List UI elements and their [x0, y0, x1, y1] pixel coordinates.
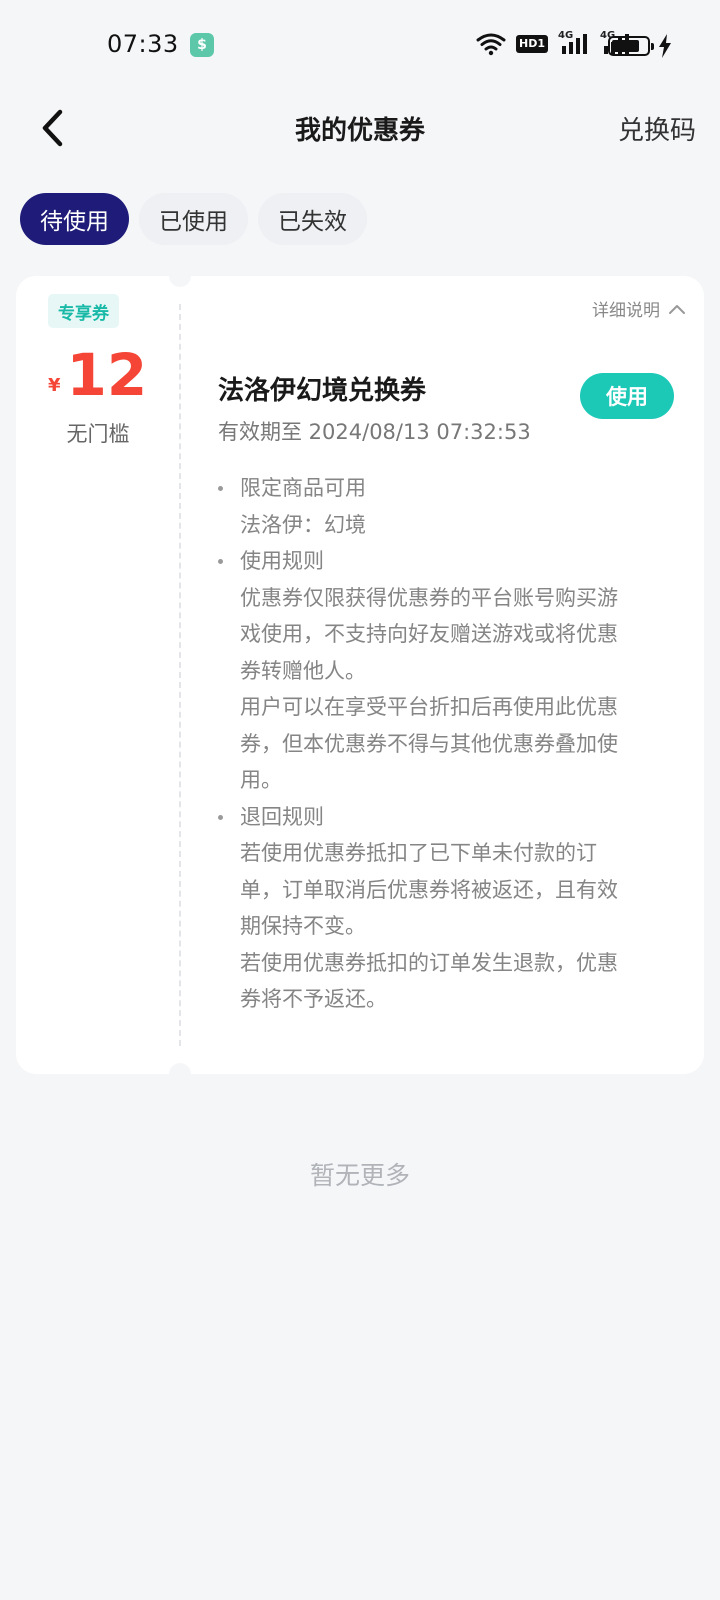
coupon-title: 法洛伊幻境兑换券 [218, 376, 427, 406]
rule-heading: 限定商品可用 [240, 476, 366, 500]
dashed-divider [179, 304, 181, 1046]
rule-line: 戏使用，不支持向好友赠送游戏或将优惠 [240, 622, 618, 646]
rule-section: 退回规则 若使用优惠券抵扣了已下单未付款的订 单，订单取消后优惠券将被返还，且有… [218, 799, 674, 1018]
bullet-dot [218, 559, 223, 564]
app-notification-icon: $ [190, 33, 214, 57]
rule-line: 优惠券仅限获得优惠券的平台账号购买游 [240, 585, 618, 610]
status-bar: 07:33 $ HD1 4G 4G [0, 0, 720, 92]
rule-line: 单，订单取消后优惠券将被返还，且有效 [240, 877, 618, 902]
rule-line: 券转赠他人。 [240, 658, 366, 683]
coupon-amount: 12 [66, 341, 148, 409]
coupon-card: 专享券 ¥ 12 无门槛 详细说明 法洛伊幻境兑换券 有效期至 2024/08/… [16, 265, 704, 1085]
app-header: 我的优惠券 兑换码 [0, 92, 720, 168]
detail-toggle[interactable]: 详细说明 [592, 296, 686, 321]
tab-unused[interactable]: 待使用 [20, 193, 129, 245]
detail-toggle-label: 详细说明 [592, 301, 660, 321]
chevron-up-icon [669, 304, 685, 314]
tab-expired[interactable]: 已失效 [258, 193, 367, 245]
battery-level [612, 40, 639, 52]
rule-line: 若使用优惠券抵扣了已下单未付款的订 [240, 841, 597, 865]
currency-symbol: ¥ [48, 375, 61, 396]
rule-section: 限定商品可用 法洛伊：幻境 [218, 470, 674, 543]
ticket-notch [169, 1063, 191, 1085]
battery-icon [608, 36, 654, 56]
coupon-status-tabs: 待使用 已使用 已失效 [20, 193, 367, 245]
rule-section: 使用规则 优惠券仅限获得优惠券的平台账号购买游 戏使用，不支持向好友赠送游戏或将… [218, 543, 674, 799]
status-time: 07:33 [107, 30, 179, 58]
rule-heading: 退回规则 [240, 804, 324, 829]
wifi-icon [476, 32, 506, 56]
rule-line: 期保持不变。 [240, 914, 366, 938]
ticket-notch [169, 265, 191, 287]
rule-line: 券，但本优惠券不得与其他优惠券叠加使 [240, 731, 618, 756]
bullet-dot [218, 814, 223, 820]
exclusive-badge: 专享券 [48, 294, 119, 328]
coupon-price: ¥ 12 [48, 346, 147, 404]
coupon-detail-panel: 详细说明 法洛伊幻境兑换券 有效期至 2024/08/13 07:32:53 使… [180, 276, 704, 1074]
bullet-dot [218, 486, 223, 491]
coupon-threshold: 无门槛 [66, 422, 130, 446]
rule-line: 券将不予返还。 [240, 987, 387, 1011]
tab-used[interactable]: 已使用 [139, 193, 248, 245]
rule-line: 若使用优惠券抵扣的订单发生退款，优惠 [240, 950, 618, 975]
coupon-validity: 有效期至 2024/08/13 07:32:53 [218, 420, 531, 444]
coupon-rules: 限定商品可用 法洛伊：幻境 使用规则 优惠券仅限获得优惠券的平台账号购买游 戏使… [218, 470, 674, 1018]
no-more-text: 暂无更多 [309, 1161, 410, 1190]
coupon-value-panel: 专享券 ¥ 12 无门槛 [16, 276, 180, 1074]
use-coupon-button[interactable]: 使用 [580, 373, 674, 419]
redeem-code-link[interactable]: 兑换码 [618, 110, 696, 147]
rule-heading: 使用规则 [240, 549, 324, 573]
charging-bolt-icon [658, 34, 672, 62]
hd-voice-icon: HD1 [516, 35, 548, 53]
rule-line: 用户可以在享受平台折扣后再使用此优惠 [240, 695, 618, 719]
signal-4g-icon: 4G [558, 30, 590, 56]
rule-line: 用。 [240, 768, 282, 792]
page-title: 我的优惠券 [294, 116, 425, 146]
rule-line: 法洛伊：幻境 [240, 512, 366, 537]
